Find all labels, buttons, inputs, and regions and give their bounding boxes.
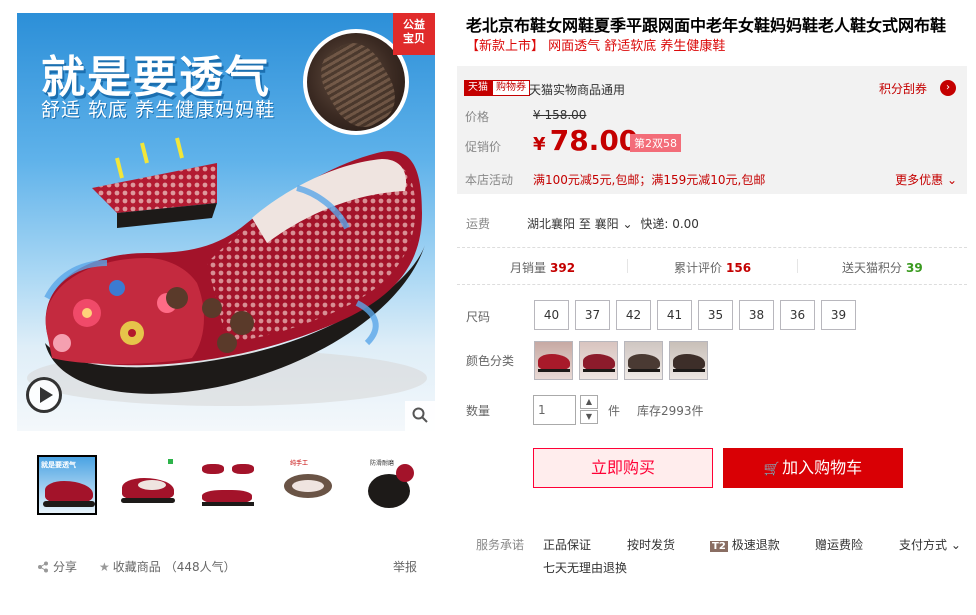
price-label: 价格	[465, 110, 490, 124]
color-option[interactable]	[624, 341, 663, 380]
charity-badge: 公益 宝贝	[393, 13, 435, 55]
original-price: ¥ 158.00	[533, 108, 587, 122]
chevron-down-icon: ⌄	[950, 538, 961, 552]
quantity-input[interactable]	[533, 395, 576, 425]
thumbnail-strip: 就是要透气 纯手工 防滑耐磨	[37, 455, 417, 515]
points-label: 送天猫积分	[842, 261, 903, 275]
currency-symbol: ¥	[533, 134, 546, 155]
tmall-badge-label: 天猫	[464, 80, 492, 96]
more-promo-link[interactable]: 更多优惠 ⌄	[895, 171, 957, 188]
thumbnail-5[interactable]: 防滑耐磨	[357, 455, 417, 515]
color-option[interactable]	[534, 341, 573, 380]
report-link[interactable]: 举报	[393, 558, 417, 575]
favorite-button[interactable]: ★ 收藏商品 （448人气）	[99, 558, 236, 575]
charity-badge-line2: 宝贝	[403, 32, 425, 45]
service-7day-return[interactable]: 七天无理由退换	[543, 559, 627, 576]
promo-tag: 第2双58	[630, 134, 681, 152]
shipping-destination[interactable]: 湖北襄阳 至 襄阳	[527, 217, 619, 231]
favorite-label: 收藏商品	[112, 560, 161, 574]
add-to-cart-button[interactable]: 🛒 加入购物车	[723, 448, 903, 488]
service-label: 服务承诺	[476, 538, 525, 552]
chevron-down-icon[interactable]: ⌄	[622, 217, 632, 231]
size-option[interactable]: 39	[821, 300, 856, 330]
size-option[interactable]: 36	[780, 300, 815, 330]
color-option[interactable]	[579, 341, 618, 380]
price-panel: 天猫 购物券 天猫实物商品通用 积分刮券 › 价格 ¥ 158.00 促销价 ¥…	[457, 66, 967, 194]
size-options: 40 37 42 41 35 38 36 39	[534, 300, 856, 330]
quantity-label: 数量	[466, 404, 491, 418]
review-count[interactable]: 累计评价 156	[674, 259, 751, 276]
color-options	[534, 341, 708, 380]
add-to-cart-label: 加入购物车	[782, 458, 863, 477]
thumb5-label: 防滑耐磨	[370, 460, 395, 467]
charity-badge-line1: 公益	[403, 18, 425, 31]
thumbnail-1[interactable]: 就是要透气	[37, 455, 97, 515]
buy-now-button[interactable]: 立即购买	[533, 448, 713, 488]
zoom-button[interactable]	[405, 401, 435, 431]
share-icon	[38, 561, 48, 572]
chevron-right-icon[interactable]: ›	[940, 80, 956, 96]
main-product-image[interactable]: 就是要透气 舒适 软底 养生健康妈妈鞋 公益 宝贝	[17, 13, 435, 431]
service-fast-refund[interactable]: T2 极速退款	[710, 536, 780, 553]
t2-badge: T2	[710, 541, 728, 552]
play-icon[interactable]	[26, 377, 62, 413]
payment-label: 支付方式	[899, 538, 948, 552]
tmall-points: 送天猫积分 39	[842, 259, 923, 276]
shipping-express: 快递: 0.00	[640, 217, 699, 231]
service-shipping-insurance[interactable]: 赠运费险	[815, 536, 863, 553]
chevron-down-icon: ⌄	[946, 173, 957, 187]
thumbnail-2[interactable]	[117, 455, 177, 515]
reviews-value: 156	[726, 261, 752, 275]
shipping-value: 湖北襄阳 至 襄阳 ⌄ 快递: 0.00	[527, 215, 699, 232]
size-option[interactable]: 38	[739, 300, 774, 330]
product-title: 老北京布鞋女网鞋夏季平跟网面中老年女鞋妈妈鞋老人鞋女式网布鞋	[466, 16, 947, 35]
shipping-label: 运费	[466, 217, 491, 231]
size-label: 尺码	[466, 310, 491, 324]
coupon-badge-label: 购物券	[492, 80, 530, 96]
more-promo-label: 更多优惠	[895, 173, 944, 187]
cart-icon: 🛒	[763, 462, 781, 477]
stock-count: 库存2993件	[637, 404, 704, 418]
size-option[interactable]: 42	[616, 300, 651, 330]
promo-price: ¥ 78.00	[533, 124, 638, 157]
color-label: 颜色分类	[466, 354, 515, 368]
size-option[interactable]: 41	[657, 300, 692, 330]
points-value: 39	[906, 261, 923, 275]
tmall-coupon-text: 天猫实物商品通用	[529, 83, 626, 97]
size-option[interactable]: 35	[698, 300, 733, 330]
monthly-sales-label: 月销量	[510, 261, 547, 275]
size-option[interactable]: 40	[534, 300, 569, 330]
thumb4-label: 纯手工	[290, 460, 309, 467]
quantity-increase-icon[interactable]: ▲	[580, 395, 598, 409]
thumb1-label: 就是要透气	[41, 461, 76, 469]
service-on-time[interactable]: 按时发货	[627, 536, 675, 553]
fast-refund-label: 极速退款	[731, 538, 780, 552]
share-label: 分享	[53, 560, 78, 574]
quantity-unit: 件	[608, 404, 621, 418]
star-icon: ★	[99, 559, 110, 574]
activity-label: 本店活动	[465, 173, 514, 187]
monthly-sales-value: 392	[550, 261, 576, 275]
quantity-decrease-icon[interactable]: ▼	[580, 410, 598, 424]
service-authentic[interactable]: 正品保证	[543, 536, 591, 553]
tmall-coupon-badge: 天猫 购物券	[464, 80, 530, 96]
favorite-count: （448人气）	[164, 560, 236, 574]
thumbnail-4[interactable]: 纯手工	[277, 455, 337, 515]
product-subtitle: 【新款上市】 网面透气 舒适软底 养生健康鞋	[466, 39, 726, 54]
stats-row: 月销量 392 累计评价 156 送天猫积分 39	[457, 247, 967, 285]
color-option[interactable]	[669, 341, 708, 380]
activity-text: 满100元减5元,包邮；满159元减10元,包邮	[533, 173, 766, 187]
banner-subtitle: 舒适 软底 养生健康妈妈鞋	[41, 99, 276, 121]
monthly-sales: 月销量 392	[510, 259, 575, 276]
service-payment[interactable]: 支付方式 ⌄	[899, 536, 961, 553]
share-button[interactable]: 分享	[37, 558, 77, 575]
thumbnail-3[interactable]	[197, 455, 257, 515]
reviews-label: 累计评价	[674, 261, 723, 275]
magnifier-icon	[412, 407, 428, 423]
promo-price-label: 促销价	[465, 140, 502, 154]
promo-price-value: 78.00	[549, 124, 639, 157]
points-coupon-link[interactable]: 积分刮券	[879, 80, 927, 97]
size-option[interactable]: 37	[575, 300, 610, 330]
